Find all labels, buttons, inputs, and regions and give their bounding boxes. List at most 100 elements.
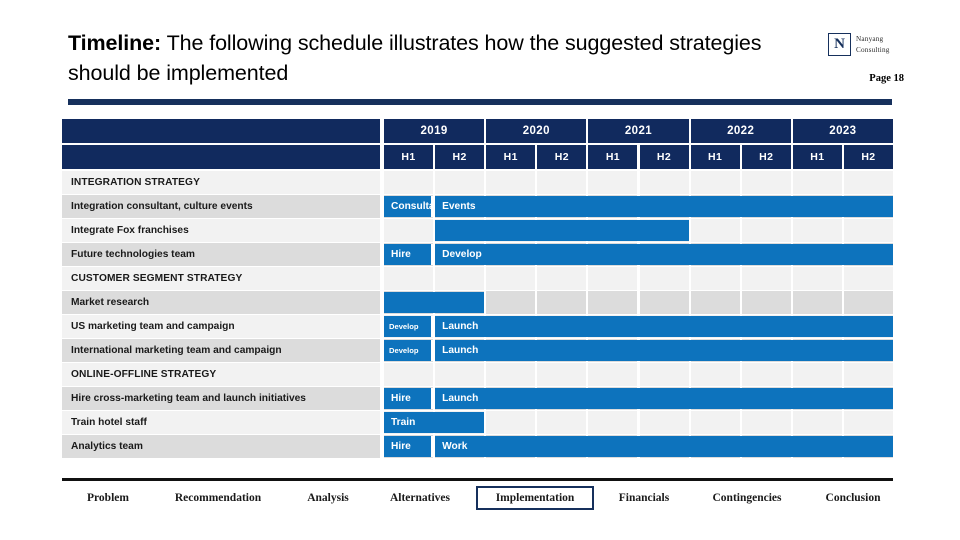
gantt-bar[interactable]: Events xyxy=(435,196,893,217)
grid-cell xyxy=(690,171,740,194)
nav-item-alternatives[interactable]: Alternatives xyxy=(365,486,475,510)
header-half-cell: H2 xyxy=(435,145,485,169)
logo-letter: N xyxy=(834,36,845,52)
table-row: Train hotel staff Train xyxy=(62,411,893,434)
header-half-cell: H2 xyxy=(741,145,791,169)
task-row-label: US marketing team and campaign xyxy=(62,315,380,338)
page-number: Page 18 xyxy=(869,73,904,84)
slide-header: Timeline: The following schedule illustr… xyxy=(0,0,960,105)
header-year-cell: 2023 xyxy=(792,119,893,143)
grid-cell xyxy=(843,363,893,386)
grid-cell xyxy=(690,411,740,434)
gantt-bar[interactable] xyxy=(435,220,689,241)
header-half-cell: H1 xyxy=(486,145,536,169)
grid-cell xyxy=(588,267,638,290)
gantt-bar[interactable]: Develop xyxy=(384,316,434,337)
nav-item-contingencies[interactable]: Contingencies xyxy=(692,486,802,510)
row-grid-area: Hire Work xyxy=(382,435,893,458)
header-year-cell: 2020 xyxy=(486,119,587,143)
row-grid-area: Hire Develop xyxy=(382,243,893,266)
grid-cell xyxy=(486,291,536,314)
task-row-label: International marketing team and campaig… xyxy=(62,339,380,362)
grid-cell xyxy=(741,267,791,290)
nav-item-recommendation[interactable]: Recommendation xyxy=(138,486,298,510)
row-grid-area: ConsultantEvents xyxy=(382,195,893,218)
gantt-bar[interactable]: Launch xyxy=(435,388,893,409)
header-half-cell: H2 xyxy=(537,145,587,169)
grid-cell xyxy=(843,171,893,194)
header-year-cell: 2021 xyxy=(588,119,689,143)
grid-cell xyxy=(384,363,434,386)
grid-cell xyxy=(537,267,587,290)
row-grid-area xyxy=(382,291,893,314)
row-grid-area xyxy=(382,171,893,194)
section-header-label: CUSTOMER SEGMENT STRATEGY xyxy=(62,267,380,290)
task-row-label: Future technologies team xyxy=(62,243,380,266)
table-row: International marketing team and campaig… xyxy=(62,339,893,362)
nav-item-problem[interactable]: Problem xyxy=(68,486,148,510)
grid-cell xyxy=(843,291,893,314)
task-row-label: Analytics team xyxy=(62,435,380,458)
grid-cell xyxy=(588,363,638,386)
header-half-cell: H2 xyxy=(843,145,893,169)
grid-cell xyxy=(741,171,791,194)
table-row: INTEGRATION STRATEGY xyxy=(62,171,893,194)
row-grid-area xyxy=(382,267,893,290)
grid-cell xyxy=(741,219,791,242)
grid-cell xyxy=(639,291,689,314)
footer-divider xyxy=(62,478,893,481)
logo-wordmark-line2: Consulting xyxy=(856,45,890,54)
timeline-gantt-table: 2019 2020 2021 2022 2023 H1 H2 H1 H2 H1 H2 H1 H2 H1 H… xyxy=(62,119,893,469)
grid-cell xyxy=(435,171,485,194)
grid-cell xyxy=(639,267,689,290)
grid-cell xyxy=(486,267,536,290)
grid-cell xyxy=(690,267,740,290)
table-row: US marketing team and campaign Develop Lau… xyxy=(62,315,893,338)
grid-cell xyxy=(435,267,485,290)
gantt-bar[interactable]: Hire xyxy=(384,388,434,409)
gantt-bar[interactable]: Develop xyxy=(384,340,434,361)
table-row: Market research xyxy=(62,291,893,314)
nav-item-analysis[interactable]: Analysis xyxy=(288,486,368,510)
table-row: Hire cross-marketing team and launch ini… xyxy=(62,387,893,410)
page-title: Timeline: The following schedule illustr… xyxy=(68,28,788,88)
gantt-bar[interactable] xyxy=(384,292,485,313)
grid-cell xyxy=(486,411,536,434)
task-row-label: Train hotel staff xyxy=(62,411,380,434)
header-corner-cell-2 xyxy=(62,145,380,169)
row-grid-area xyxy=(382,219,893,242)
nanyang-consulting-logo: N Nanyang Consulting xyxy=(828,33,904,59)
gantt-bar[interactable]: Train xyxy=(384,412,485,433)
grid-cell xyxy=(741,291,791,314)
gantt-bar[interactable]: Launch xyxy=(435,316,893,337)
page-title-rest: The following schedule illustrates how t… xyxy=(68,31,762,85)
grid-cell xyxy=(792,411,842,434)
grid-cell xyxy=(792,291,842,314)
grid-cell xyxy=(384,267,434,290)
table-row: Analytics team Hire Work xyxy=(62,435,893,458)
row-grid-area xyxy=(382,363,893,386)
nav-item-conclusion[interactable]: Conclusion xyxy=(807,486,899,510)
gantt-bar[interactable]: Hire xyxy=(384,436,434,457)
task-row-label: Integrate Fox franchises xyxy=(62,219,380,242)
nav-item-financials[interactable]: Financials xyxy=(599,486,689,510)
gantt-bar[interactable]: Hire xyxy=(384,244,434,265)
header-half-cell: H1 xyxy=(792,145,842,169)
section-header-label: ONLINE-OFFLINE STRATEGY xyxy=(62,363,380,386)
grid-cell xyxy=(639,171,689,194)
table-row: Future technologies team Hire Develop xyxy=(62,243,893,266)
row-grid-area: Hire Launch xyxy=(382,387,893,410)
header-corner-cell xyxy=(62,119,380,143)
header-year-cell: 2022 xyxy=(690,119,791,143)
grid-cell xyxy=(639,363,689,386)
task-row-label: Integration consultant, culture events xyxy=(62,195,380,218)
grid-cell xyxy=(792,171,842,194)
nav-item-implementation[interactable]: Implementation xyxy=(476,486,594,510)
gantt-bar[interactable]: Consultant xyxy=(384,196,434,217)
gantt-bar[interactable]: Launch xyxy=(435,340,893,361)
header-half-cell: H1 xyxy=(588,145,638,169)
gantt-bar[interactable]: Develop xyxy=(435,244,893,265)
table-row: CUSTOMER SEGMENT STRATEGY xyxy=(62,267,893,290)
table-row: Integrate Fox franchises xyxy=(62,219,893,242)
gantt-bar[interactable]: Work xyxy=(435,436,893,457)
